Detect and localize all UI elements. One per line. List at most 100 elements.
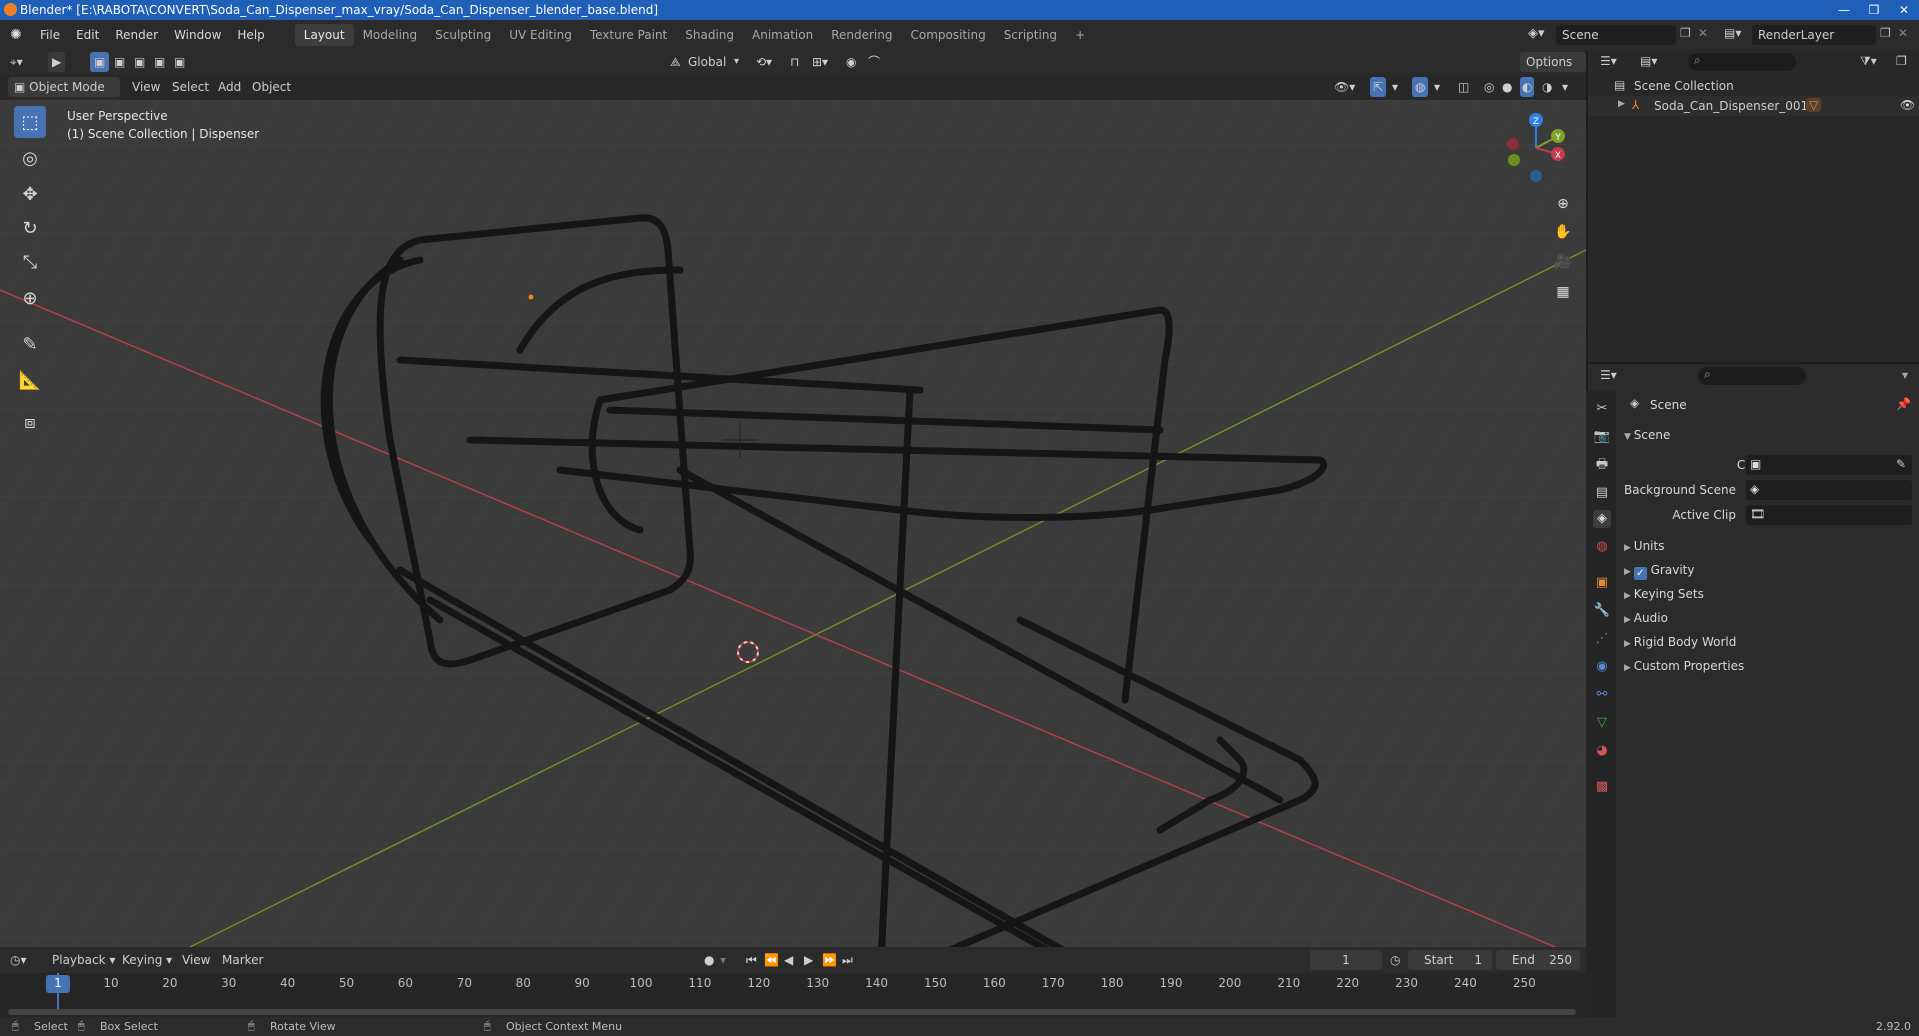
output-tab-icon[interactable]: 🖶 — [1593, 456, 1611, 474]
editor-type-icon[interactable]: ⌖▾ — [10, 52, 23, 72]
outliner-editor-type-icon[interactable]: ☰▾ — [1600, 54, 1617, 68]
pivot-point-icon[interactable]: ⟲▾ — [756, 52, 772, 72]
constraints-tab-icon[interactable]: ⚯ — [1593, 686, 1611, 704]
section-rigid-body-world[interactable]: ▶ Rigid Body World — [1624, 635, 1736, 649]
timeline-view-menu[interactable]: View — [182, 950, 210, 970]
camera-field[interactable]: ▣ ✎ — [1746, 455, 1912, 475]
timeline-editor-type-icon[interactable]: ◷▾ — [10, 950, 27, 970]
overlays-toggle-icon[interactable]: ◍ — [1412, 77, 1429, 97]
maximize-button[interactable]: ❐ — [1859, 0, 1889, 20]
physics-tab-icon[interactable]: ◉ — [1593, 658, 1611, 676]
perspective-toggle-icon[interactable]: ▦ — [1552, 284, 1574, 306]
record-keyframe-icon[interactable]: ● — [704, 950, 714, 970]
delete-scene-icon[interactable]: ✕ — [1698, 26, 1708, 40]
playback-menu[interactable]: Playback ▾ — [52, 950, 115, 970]
gizmo-dropdown-icon[interactable]: ▾ — [1392, 77, 1398, 97]
data-tab-icon[interactable]: ▽ — [1593, 714, 1611, 732]
scene-panel-header[interactable]: ▼ Scene — [1624, 428, 1670, 442]
proportional-edit-icon[interactable]: ◉ — [846, 52, 856, 72]
section-keying-sets[interactable]: ▶ Keying Sets — [1624, 587, 1704, 601]
shading-dropdown-icon[interactable]: ▾ — [1562, 77, 1568, 97]
section-units[interactable]: ▶ Units — [1624, 539, 1664, 553]
scene-name-field[interactable]: Scene — [1556, 25, 1676, 45]
tool-tab-icon[interactable]: ✂ — [1593, 400, 1611, 418]
snap-increment-icon[interactable]: ⊞▾ — [812, 52, 828, 72]
modifier-tab-icon[interactable]: 🔧 — [1593, 602, 1611, 620]
annotate-tool[interactable]: ✎ — [14, 328, 46, 360]
proportional-falloff-icon[interactable]: ⌒ — [868, 52, 880, 72]
3d-viewport[interactable]: User Perspective (1) Scene Collection | … — [0, 100, 1586, 947]
eyedropper-icon[interactable]: ✎ — [1896, 457, 1906, 471]
object-mode-dropdown[interactable]: ▣ Object Mode ▾ — [8, 77, 120, 114]
display-mode-icon[interactable]: ▤▾ — [1640, 54, 1657, 68]
material-shading-icon[interactable]: ◐ — [1520, 77, 1535, 97]
measure-tool[interactable]: 📐 — [14, 364, 46, 396]
outliner-search-input[interactable] — [1688, 53, 1796, 71]
current-frame-field[interactable]: 1 — [1310, 950, 1382, 970]
add-workspace-button[interactable]: + — [1066, 24, 1094, 46]
gizmo-toggle-icon[interactable]: ⇱ — [1370, 77, 1387, 97]
tab-modeling[interactable]: Modeling — [354, 24, 427, 46]
render-tab-icon[interactable]: 📷 — [1593, 428, 1611, 446]
active-clip-field[interactable]: 🎞 — [1746, 505, 1912, 525]
jump-end-icon[interactable]: ⏭ — [842, 950, 853, 970]
overlays-dropdown-icon[interactable]: ▾ — [1434, 77, 1440, 97]
xray-toggle-icon[interactable]: ◫ — [1458, 77, 1469, 97]
select-box-tool[interactable]: ⬚ — [14, 106, 46, 138]
tab-compositing[interactable]: Compositing — [901, 24, 994, 46]
end-frame-field[interactable]: End 250 — [1496, 950, 1580, 970]
new-scene-icon[interactable]: ❐ — [1680, 26, 1691, 40]
delete-view-layer-icon[interactable]: ✕ — [1898, 26, 1908, 40]
new-collection-icon[interactable]: ❐ — [1896, 54, 1907, 68]
move-tool[interactable]: ✥ — [14, 178, 46, 210]
menu-file[interactable]: File — [32, 24, 68, 46]
wireframe-shading-icon[interactable]: ◎ — [1484, 77, 1494, 97]
background-scene-field[interactable]: ◈ — [1746, 480, 1912, 500]
menu-object[interactable]: Object — [252, 77, 291, 97]
tab-layout[interactable]: Layout — [294, 24, 354, 46]
scene-selector-icon[interactable]: ◈▾ — [1528, 26, 1545, 41]
navigation-gizmo[interactable]: Z Y X — [1496, 108, 1576, 188]
next-keyframe-icon[interactable]: ⏩ — [822, 950, 837, 970]
tab-animation[interactable]: Animation — [743, 24, 822, 46]
select-mode-icon[interactable]: ▶ — [48, 52, 66, 72]
chevron-down-icon[interactable]: ▾ — [1902, 368, 1908, 382]
keying-menu[interactable]: Keying ▾ — [122, 950, 172, 970]
add-cube-tool[interactable]: ⧈ — [14, 406, 46, 438]
rendered-shading-icon[interactable]: ◑ — [1542, 77, 1552, 97]
transform-tool[interactable]: ⊕ — [14, 282, 46, 314]
record-dropdown-icon[interactable]: ▾ — [720, 950, 726, 970]
transform-orientation-dropdown[interactable]: Global — [688, 52, 726, 72]
view-layer-icon[interactable]: ▤▾ — [1724, 26, 1741, 40]
timeline-scrollbar[interactable] — [8, 1009, 1576, 1015]
props-editor-type-icon[interactable]: ☰▾ — [1600, 368, 1617, 382]
marker-menu[interactable]: Marker — [222, 950, 263, 970]
new-view-layer-icon[interactable]: ❐ — [1880, 26, 1891, 40]
menu-select[interactable]: Select — [172, 77, 209, 97]
camera-view-icon[interactable]: 🎥 — [1552, 254, 1574, 276]
cursor-tool[interactable]: ◎ — [14, 142, 46, 174]
texture-tab-icon[interactable]: ▩ — [1593, 778, 1611, 796]
material-tab-icon[interactable]: ◕ — [1593, 742, 1611, 760]
filter-icon[interactable]: ⧩▾ — [1860, 54, 1877, 69]
menu-edit[interactable]: Edit — [68, 24, 107, 46]
jump-start-icon[interactable]: ⏮ — [746, 950, 757, 970]
world-tab-icon[interactable]: ◍ — [1593, 538, 1611, 556]
visibility-icon[interactable]: 👁▾ — [1334, 77, 1355, 97]
menu-window[interactable]: Window — [166, 24, 229, 46]
prev-keyframe-icon[interactable]: ⏪ — [764, 950, 779, 970]
view-layer-field[interactable]: RenderLayer — [1752, 25, 1876, 45]
options-dropdown[interactable]: Options ▾ — [1520, 52, 1586, 89]
object-tab-icon[interactable]: ▣ — [1593, 574, 1611, 592]
section-custom-properties[interactable]: ▶ Custom Properties — [1624, 659, 1744, 673]
particles-tab-icon[interactable]: ⋰ — [1593, 630, 1611, 648]
select-new-icon[interactable]: ▣ — [90, 52, 110, 72]
transform-orientation-icon[interactable]: ⟁ — [670, 52, 681, 72]
menu-help[interactable]: Help — [229, 24, 272, 46]
tab-rendering[interactable]: Rendering — [822, 24, 901, 46]
tab-scripting[interactable]: Scripting — [995, 24, 1066, 46]
play-icon[interactable]: ▶ — [804, 950, 813, 970]
tab-uv-editing[interactable]: UV Editing — [500, 24, 581, 46]
snap-icon[interactable]: ⊓ — [790, 52, 799, 72]
menu-add[interactable]: Add — [218, 77, 241, 97]
